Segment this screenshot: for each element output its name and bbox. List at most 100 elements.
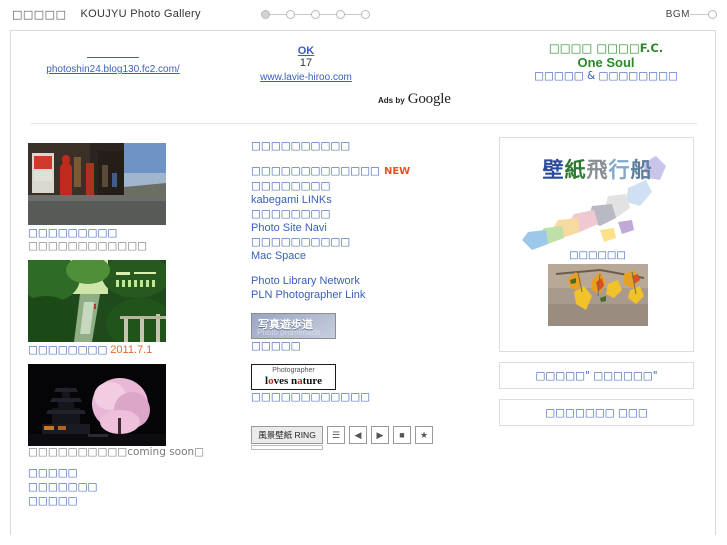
banner-promenade-en: Photo promenade — [257, 328, 321, 337]
webring-stop-icon[interactable]: ■ — [393, 426, 411, 444]
bgm-toggle[interactable]: BGM — [666, 9, 717, 20]
wallpaper-airship-wordmark: 壁紙飛行船 — [500, 154, 695, 184]
step-connector — [269, 13, 286, 15]
banner-ln-main: loves nature — [252, 375, 335, 387]
step-connector — [344, 13, 361, 15]
banner-ln-top: Photographer — [272, 367, 315, 374]
wallpaper-map-link[interactable]: □□□□□□ — [500, 250, 695, 261]
photo-caption-valley-date: 2011.7.1 — [110, 344, 153, 356]
page-title: KOUJYU Photo Gallery — [80, 8, 201, 20]
ads-by-label: Ads by — [378, 96, 405, 105]
bgm-label: BGM — [665, 8, 690, 20]
right-link-box-2[interactable]: □□□□□□□ □□□ — [499, 399, 694, 426]
photo-castle-night-cherry-blossom[interactable] — [28, 364, 166, 446]
step-dot-4[interactable] — [335, 9, 345, 19]
photo-caption-street[interactable]: □□□□□□□□□ — [28, 227, 218, 240]
link-group-3-jp[interactable]: □□□□□□□□ — [251, 207, 481, 221]
photo-caption-valley-text: □□□□□□□□ — [28, 344, 108, 356]
link-group-1-jp[interactable]: □□□□□□□□□□□□□ NEW — [251, 164, 481, 179]
top-bar: □□□□□ KOUJYU Photo Gallery BGM — [0, 0, 727, 28]
ad-item-1[interactable]: photoshin24.blog130.fc2.com/ — [23, 47, 203, 75]
left-column: □□□□□□□□□ □□□□□□□□□□□□ □□□□□□□□ 2011.7.1… — [28, 143, 218, 508]
banner-photographer-loves-nature[interactable]: Photographer loves nature — [251, 364, 336, 390]
photo-item-castle[interactable]: □□□□□□□□□□coming soon□ — [28, 364, 218, 459]
banner-photo-promenade[interactable]: 写真遊歩道 Photo promenade — [251, 313, 336, 339]
step-connector — [294, 13, 311, 15]
ad-item-2[interactable]: OK 17 www.lavie-hiroo.com — [216, 45, 396, 83]
link-group-3: □□□□□□□□ Photo Site Navi — [251, 207, 481, 235]
banner-promenade-caption[interactable]: □□□□□ — [251, 339, 481, 353]
left-bottom-link-1[interactable]: □□□□□ — [28, 466, 218, 480]
ad-divider — [31, 123, 697, 124]
left-bottom-links: □□□□□ □□□□□□□ □□□□□ — [28, 466, 218, 508]
step-dot-5[interactable] — [360, 9, 370, 19]
center-heading-link[interactable]: □□□□□□□□□□ — [251, 139, 481, 153]
link-group-4: □□□□□□□□□□ Mac Space — [251, 235, 481, 263]
photo-subcaption-castle: □□□□□□□□□□coming soon□ — [28, 446, 205, 458]
bgm-knob-icon[interactable] — [708, 9, 717, 19]
photo-autumn-maple-leaves[interactable] — [548, 264, 648, 326]
link-group-4-en[interactable]: Mac Space — [251, 249, 481, 263]
photo-subcaption-street: □□□□□□□□□□□□ — [28, 240, 148, 252]
ad-band: photoshin24.blog130.fc2.com/ OK 17 www.l… — [11, 31, 715, 124]
photo-caption-valley[interactable]: □□□□□□□□ 2011.7.1 — [28, 344, 218, 357]
plain-link-pln-photographer-link[interactable]: PLN Photographer Link — [251, 288, 481, 302]
ad-title-rule — [87, 47, 139, 58]
banner-ln-ves-n: ves n — [273, 375, 298, 387]
wordmark-kanji-5: 船 — [630, 158, 653, 182]
left-bottom-link-3[interactable]: □□□□□ — [28, 494, 218, 508]
wallpaper-airship-box[interactable]: 壁紙飛行船 □□□□□□ — [499, 137, 694, 352]
link-group-4-jp[interactable]: □□□□□□□□□□ — [251, 235, 481, 249]
link-group-3-en[interactable]: Photo Site Navi — [251, 221, 481, 235]
step-dot-3[interactable] — [310, 9, 320, 19]
ad-url-1[interactable]: photoshin24.blog130.fc2.com/ — [23, 64, 203, 75]
step-connector — [319, 13, 336, 15]
webring-next-icon[interactable]: ▶ — [371, 426, 389, 444]
ad-promo[interactable]: □□□□ □□□□F.C. One Soul □□□□□ & □□□□□□□□ — [511, 41, 701, 82]
photo-item-valley[interactable]: □□□□□□□□ 2011.7.1 — [28, 260, 218, 357]
webring-prev-icon[interactable]: ◀ — [349, 426, 367, 444]
right-link-box-1[interactable]: □□□□□" □□□□□□" — [499, 362, 694, 389]
right-column: 壁紙飛行船 □□□□□□ □□□□□" □□□□□□" □□□□□□□ □□□ — [499, 137, 699, 426]
ad-url-2[interactable]: www.lavie-hiroo.com — [216, 72, 396, 83]
right-link-box-2-label: □□□□□□□ □□□ — [545, 406, 648, 419]
banner-ln-caption[interactable]: □□□□□□□□□□□□ — [251, 390, 481, 404]
link-group-2-en[interactable]: kabegami LINKs — [251, 193, 481, 207]
left-bottom-link-2[interactable]: □□□□□□□ — [28, 480, 218, 494]
new-badge: NEW — [383, 166, 411, 177]
google-wordmark: Google — [407, 91, 451, 107]
webring-star-icon[interactable]: ★ — [415, 426, 433, 444]
photo-street-with-red-mailbox[interactable] — [28, 143, 166, 225]
link-group-2: □□□□□□□□ kabegami LINKs — [251, 179, 481, 207]
wordmark-kanji-4: 行 — [608, 158, 631, 182]
center-column: □□□□□□□□□□ □□□□□□□□□□□□□ NEW □□□□□□□□ kab… — [251, 139, 481, 450]
ad-title-2[interactable]: OK — [298, 45, 315, 57]
right-link-box-1-label: □□□□□" □□□□□□" — [535, 369, 658, 382]
photo-item-street[interactable]: □□□□□□□□□ □□□□□□□□□□□□ — [28, 143, 218, 253]
webring-list-icon[interactable]: ☰ — [327, 426, 345, 444]
link-group-1: □□□□□□□□□□□□□ NEW — [251, 164, 481, 179]
plain-link-photo-library-network[interactable]: Photo Library Network — [251, 274, 481, 288]
webring-label: 風景壁紙 RING — [251, 426, 323, 444]
webring-label-block[interactable]: 風景壁紙 RING — [251, 426, 323, 450]
step-indicator — [260, 9, 370, 19]
banner-ln-ture: ture — [302, 375, 322, 387]
wordmark-kanji-3: 飛 — [586, 158, 609, 182]
content-frame: photoshin24.blog130.fc2.com/ OK 17 www.l… — [10, 30, 716, 535]
site-mark: □□□□□ — [12, 7, 67, 21]
webring-bar — [251, 445, 323, 450]
step-dot-1[interactable] — [260, 9, 270, 19]
ads-by-google[interactable]: Ads by Google — [378, 91, 451, 108]
link-group-2-jp[interactable]: □□□□□□□□ — [251, 179, 481, 193]
photo-green-valley-calendar[interactable] — [28, 260, 166, 342]
wordmark-kanji-2: 紙 — [564, 158, 587, 182]
ad-promo-line1: □□□□ □□□□F.C. — [548, 41, 664, 55]
ad-line-2: 17 — [299, 57, 313, 69]
step-dot-2[interactable] — [285, 9, 295, 19]
